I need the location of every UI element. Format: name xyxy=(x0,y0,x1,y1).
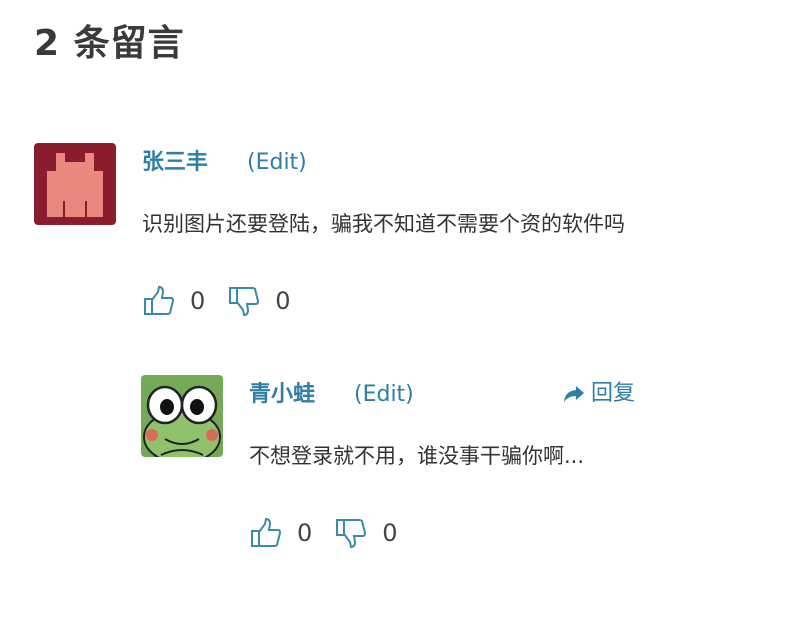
dislike-count: 0 xyxy=(275,287,291,315)
pixel-invader-avatar-icon xyxy=(34,143,116,225)
frog-avatar-icon xyxy=(141,375,223,457)
comments-heading: 2 条留言 xyxy=(34,23,185,64)
like-count: 0 xyxy=(297,519,313,547)
avatar xyxy=(34,143,116,225)
thumbs-down-icon[interactable] xyxy=(334,516,368,550)
reply-arrow-icon xyxy=(564,386,584,402)
vote-bar: 0 0 xyxy=(249,513,420,553)
comment-text: 不想登录就不用，谁没事干骗你啊... xyxy=(249,444,585,468)
reply-label: 回复 xyxy=(591,381,636,406)
vote-bar: 0 0 xyxy=(142,281,313,321)
thumbs-down-icon[interactable] xyxy=(227,284,261,318)
comment-item: 青小蛙 (Edit) 回复 不想登录就不用，谁没事干骗你啊... 0 0 xyxy=(141,375,781,555)
thumbs-up-icon[interactable] xyxy=(249,516,283,550)
avatar xyxy=(141,375,223,457)
like-count: 0 xyxy=(190,287,206,315)
edit-link[interactable]: (Edit) xyxy=(354,380,414,410)
comment-author[interactable]: 张三丰 xyxy=(142,148,208,178)
reply-button[interactable]: 回复 xyxy=(563,379,635,409)
comment-author[interactable]: 青小蛙 xyxy=(249,380,315,410)
comment-item: 张三丰 (Edit) 识别图片还要登陆，骗我不知道不需要个资的软件吗 0 0 xyxy=(34,143,774,323)
comment-text: 识别图片还要登陆，骗我不知道不需要个资的软件吗 xyxy=(142,212,625,236)
edit-link[interactable]: (Edit) xyxy=(247,148,307,178)
thumbs-up-icon[interactable] xyxy=(142,284,176,318)
dislike-count: 0 xyxy=(382,519,398,547)
